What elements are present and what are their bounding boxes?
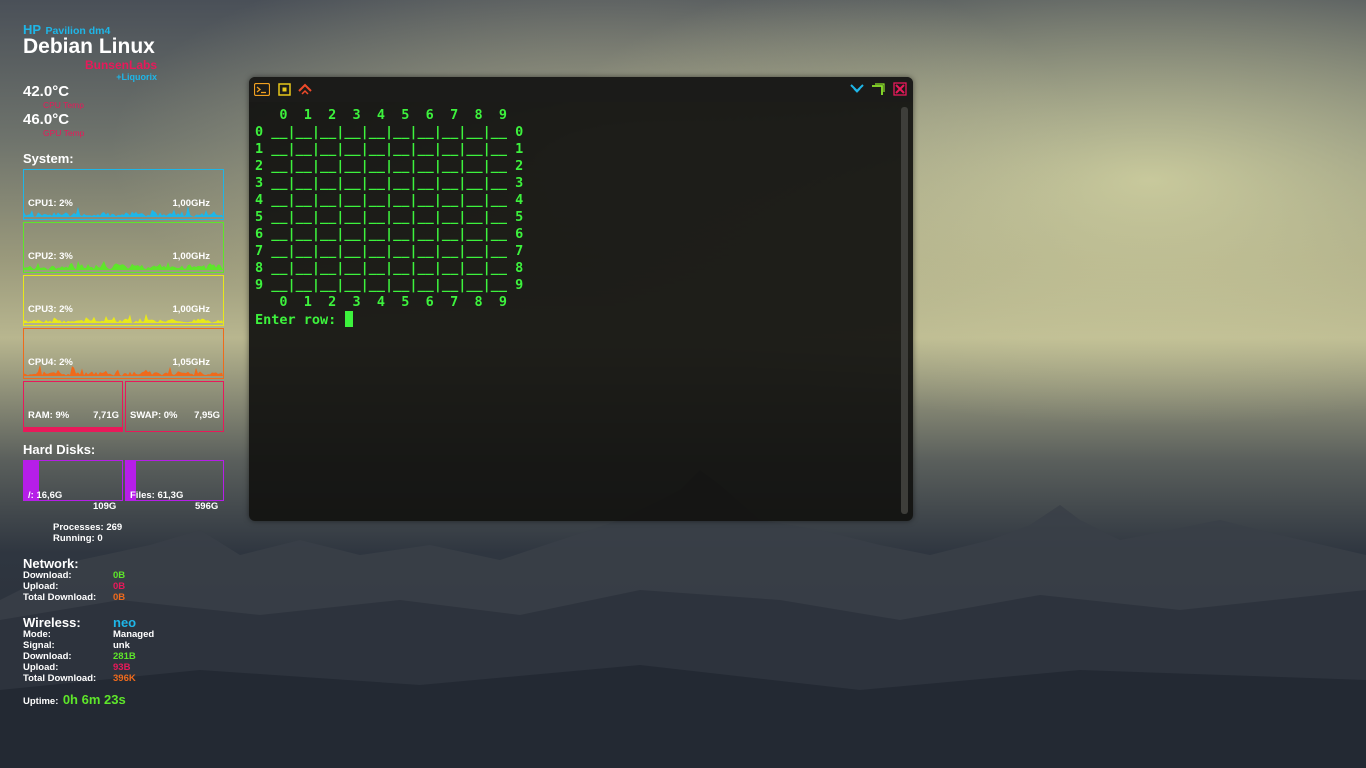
- cpu4-label: CPU4: 2%: [28, 357, 73, 368]
- cpu1-graph: CPU1: 2% 1,00GHz: [23, 169, 224, 220]
- cpu-temp-value: 42.0°C: [23, 83, 70, 100]
- ram-box: RAM: 9% 7,71G: [23, 381, 123, 432]
- kernel-variant: +Liquorix: [116, 72, 157, 82]
- running-count: Running: 0: [53, 533, 103, 544]
- terminal-line: 6 __|__|__|__|__|__|__|__|__|__ 6: [255, 226, 524, 242]
- wl-mode-value: Managed: [113, 629, 155, 640]
- net-upload-value: 0B: [113, 581, 126, 592]
- gpu-temp-value: 46.0°C: [23, 111, 70, 128]
- restore-icon[interactable]: [870, 82, 886, 96]
- terminal-cursor: [345, 311, 354, 327]
- ram-bar: [24, 427, 122, 431]
- cpu3-graph: CPU3: 2% 1,00GHz: [23, 275, 224, 326]
- cpu4-sparkline: [24, 364, 223, 376]
- terminal-line: 7 __|__|__|__|__|__|__|__|__|__ 7: [255, 243, 524, 259]
- terminal-icon[interactable]: [254, 82, 270, 96]
- root-disk-box: /: 16,6G: [23, 460, 123, 501]
- terminal-line: 1 __|__|__|__|__|__|__|__|__|__ 1: [255, 141, 524, 157]
- wl-total-label: Total Download:: [23, 673, 97, 684]
- cpu3-freq: 1,00GHz: [172, 304, 211, 315]
- disks-heading: Hard Disks:: [23, 442, 96, 457]
- root-disk-total: 109G: [93, 501, 117, 512]
- net-download-value: 0B: [113, 570, 126, 581]
- net-download-label: Download:: [23, 570, 72, 581]
- processes-count: Processes: 269: [53, 522, 123, 533]
- chevron-down-icon[interactable]: [849, 82, 865, 96]
- uptime-label: Uptime:: [23, 696, 59, 707]
- cpu4-freq: 1,05GHz: [172, 357, 211, 368]
- wl-upload-label: Upload:: [23, 662, 59, 673]
- cpu-usage-area: [24, 260, 223, 270]
- cpu4-graph: CPU4: 2% 1,05GHz: [23, 328, 224, 379]
- swap-box: SWAP: 0% 7,95G: [125, 381, 224, 432]
- terminal-line: 4 __|__|__|__|__|__|__|__|__|__ 4: [255, 192, 524, 208]
- terminal-line: 0 __|__|__|__|__|__|__|__|__|__ 0: [255, 124, 524, 140]
- cpu3-sparkline: [24, 313, 223, 323]
- gpu-temp-label: GPU Temp: [43, 128, 85, 138]
- wl-upload-value: 93B: [113, 662, 131, 673]
- files-disk-box: Files: 61,3G: [125, 460, 224, 501]
- net-upload-label: Upload:: [23, 581, 59, 592]
- cpu3-label: CPU3: 2%: [28, 304, 73, 315]
- terminal-line: 0 1 2 3 4 5 6 7 8 9: [255, 294, 507, 310]
- cpu2-label: CPU2: 3%: [28, 251, 73, 262]
- chevron-up-icon[interactable]: [297, 82, 313, 96]
- uptime: Uptime: 0h 6m 23s: [23, 691, 126, 709]
- cpu1-freq: 1,00GHz: [172, 198, 211, 209]
- wl-signal-label: Signal:: [23, 640, 55, 651]
- terminal-window[interactable]: 0 1 2 3 4 5 6 7 8 90 __|__|__|__|__|__|_…: [249, 77, 913, 521]
- cpu-usage-area: [24, 313, 223, 323]
- root-disk-label: /: 16,6G: [28, 490, 63, 501]
- ram-label: RAM: 9%: [28, 410, 70, 421]
- cpu1-label: CPU1: 2%: [28, 198, 73, 209]
- swap-label: SWAP: 0%: [130, 410, 178, 421]
- terminal-prompt: Enter row:: [255, 312, 345, 328]
- terminal-line: 9 __|__|__|__|__|__|__|__|__|__ 9: [255, 277, 524, 293]
- terminal-titlebar[interactable]: [249, 77, 913, 102]
- wireless-ssid: neo: [113, 615, 137, 630]
- terminal-scrollbar[interactable]: [901, 107, 908, 514]
- cpu2-freq: 1,00GHz: [172, 251, 211, 262]
- files-disk-label: Files: 61,3G: [130, 490, 184, 501]
- cpu-temp-label: CPU Temp: [43, 100, 84, 110]
- ram-total: 7,71G: [93, 410, 119, 421]
- wl-download-label: Download:: [23, 651, 72, 662]
- terminal-line: 8 __|__|__|__|__|__|__|__|__|__ 8: [255, 260, 524, 276]
- swap-total: 7,95G: [194, 410, 220, 421]
- cpu2-sparkline: [24, 260, 223, 270]
- close-icon[interactable]: [892, 82, 908, 96]
- cpu2-graph: CPU2: 3% 1,00GHz: [23, 222, 224, 273]
- terminal-prompt-line[interactable]: Enter row:: [255, 311, 895, 328]
- uptime-value: 0h 6m 23s: [62, 692, 126, 707]
- terminal-line: 2 __|__|__|__|__|__|__|__|__|__ 2: [255, 158, 524, 174]
- os-name: Debian Linux: [23, 35, 155, 58]
- wl-mode-label: Mode:: [23, 629, 51, 640]
- system-heading: System:: [23, 151, 74, 166]
- terminal-output[interactable]: 0 1 2 3 4 5 6 7 8 90 __|__|__|__|__|__|_…: [255, 107, 895, 507]
- cpu1-sparkline: [24, 206, 223, 217]
- files-disk-total: 596G: [195, 501, 219, 512]
- wl-total-value: 396K: [113, 673, 136, 684]
- wl-signal-value: unk: [113, 640, 130, 651]
- wireless-heading: Wireless:: [23, 615, 81, 630]
- maximize-icon[interactable]: [276, 82, 292, 96]
- distro-name: BunsenLabs: [84, 58, 157, 72]
- terminal-line: 3 __|__|__|__|__|__|__|__|__|__ 3: [255, 175, 524, 191]
- net-total-label: Total Download:: [23, 592, 97, 603]
- network-heading: Network:: [23, 556, 79, 571]
- wl-download-value: 281B: [113, 651, 136, 662]
- terminal-line: 5 __|__|__|__|__|__|__|__|__|__ 5: [255, 209, 524, 225]
- net-total-value: 0B: [113, 592, 126, 603]
- terminal-line: 0 1 2 3 4 5 6 7 8 9: [255, 107, 507, 123]
